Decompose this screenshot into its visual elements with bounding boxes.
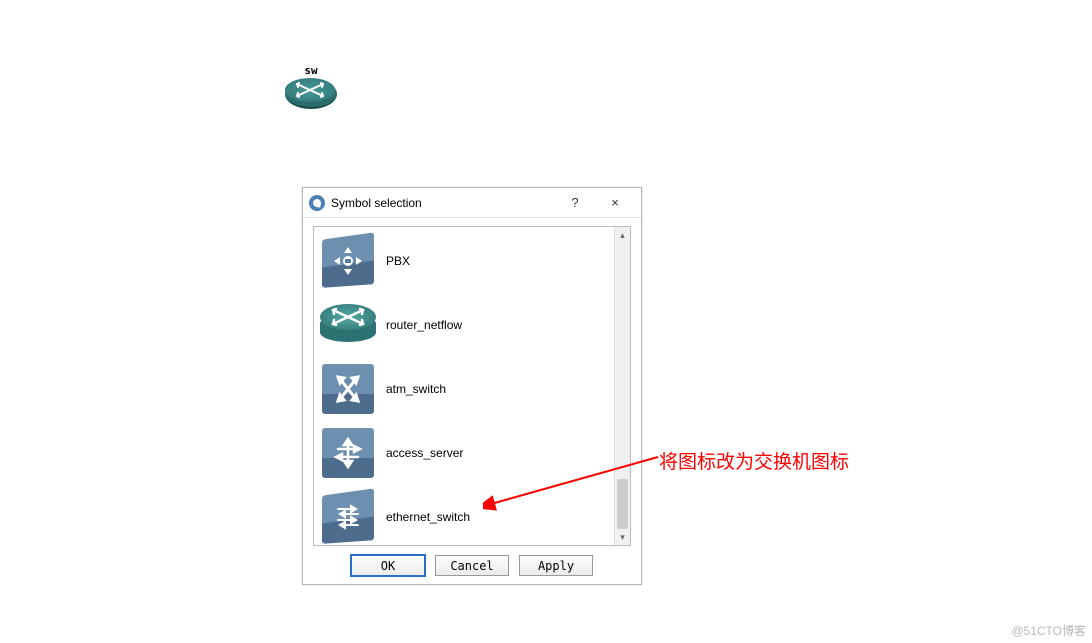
router-icon [285,79,337,109]
symbol-label: PBX [386,254,410,268]
pbx-icon [318,231,378,291]
list-item[interactable]: PBX [318,229,610,293]
canvas-device: sw [285,64,337,109]
symbol-label: ethernet_switch [386,510,470,524]
ethernet-switch-icon [318,487,378,545]
symbol-label: access_server [386,446,463,460]
annotation-text: 将图标改为交换机图标 [659,447,849,474]
atm-switch-icon [318,359,378,419]
scroll-thumb[interactable] [617,479,628,529]
app-icon [309,195,325,211]
scroll-up-icon[interactable]: ▴ [615,227,630,243]
list-item[interactable]: atm_switch [318,357,610,421]
close-button[interactable]: × [595,189,635,217]
cancel-button[interactable]: Cancel [435,555,509,576]
scroll-down-icon[interactable]: ▾ [615,529,630,545]
help-button[interactable]: ? [555,189,595,217]
dialog-buttons: OK Cancel Apply [303,555,641,576]
symbol-selection-dialog: Symbol selection ? × [302,187,642,585]
symbol-label: router_netflow [386,318,462,332]
symbol-list: PBX [313,226,631,546]
apply-button[interactable]: Apply [519,555,593,576]
list-item[interactable]: access_server [318,421,610,485]
access-server-icon [318,423,378,483]
watermark: @51CTO博客 [1011,622,1086,639]
titlebar[interactable]: Symbol selection ? × [303,188,641,218]
list-item[interactable]: router_netflow [318,293,610,357]
ok-button[interactable]: OK [351,555,425,576]
list-item[interactable]: ethernet_switch [318,485,610,545]
symbol-label: atm_switch [386,382,446,396]
router-netflow-icon [318,295,378,355]
dialog-title: Symbol selection [331,196,555,210]
canvas-device-label: sw [285,64,337,77]
scrollbar[interactable]: ▴ ▾ [614,227,630,545]
